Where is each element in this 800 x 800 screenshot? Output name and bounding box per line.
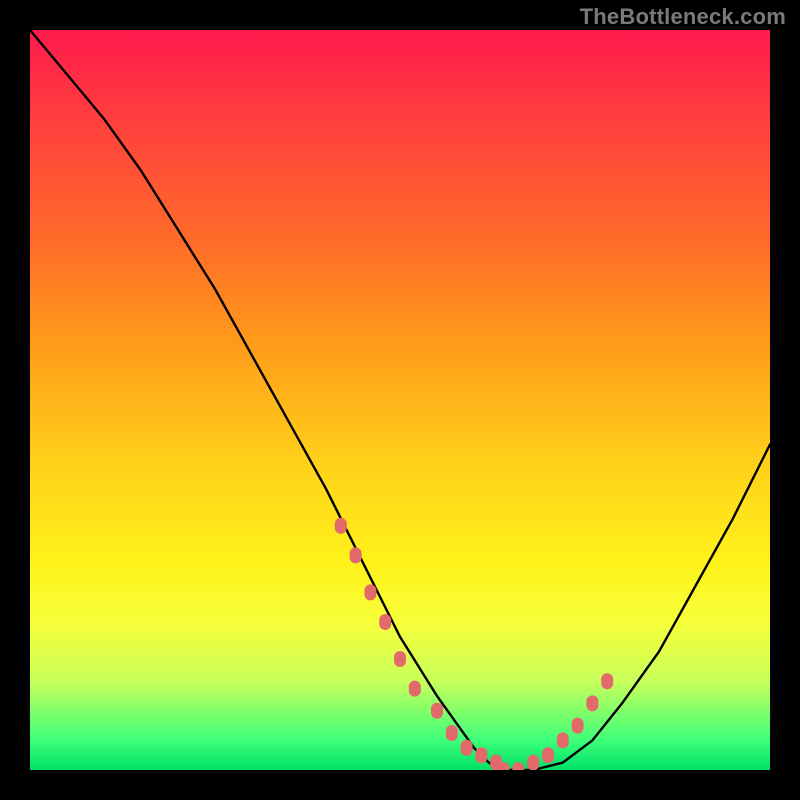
marker-dot (446, 725, 458, 741)
markers-group (335, 518, 613, 770)
marker-dot (572, 718, 584, 734)
chart-frame: TheBottleneck.com (0, 0, 800, 800)
marker-dot (431, 703, 443, 719)
marker-dot (475, 747, 487, 763)
marker-dot (542, 747, 554, 763)
chart-svg (30, 30, 770, 770)
marker-dot (409, 681, 421, 697)
watermark-text: TheBottleneck.com (580, 4, 786, 30)
marker-dot (586, 695, 598, 711)
marker-dot (601, 673, 613, 689)
marker-dot (379, 614, 391, 630)
marker-dot (557, 732, 569, 748)
marker-dot (335, 518, 347, 534)
plot-area (30, 30, 770, 770)
marker-dot (512, 762, 524, 770)
marker-dot (364, 584, 376, 600)
marker-dot (394, 651, 406, 667)
marker-dot (527, 755, 539, 770)
marker-dot (350, 547, 362, 563)
marker-dot (461, 740, 473, 756)
